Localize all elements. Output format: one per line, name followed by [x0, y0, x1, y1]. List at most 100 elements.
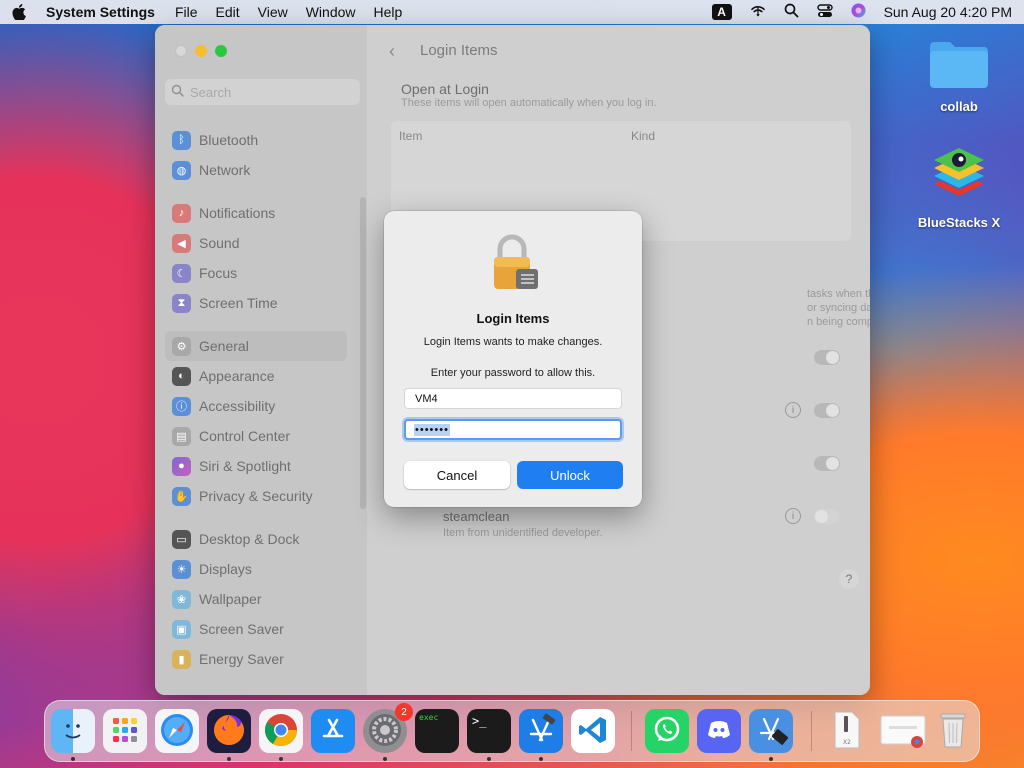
sidebar-item-label: Bluetooth [199, 132, 259, 148]
steamclean-toggle[interactable] [814, 509, 840, 524]
description-line: tasks when the application isn't [807, 288, 870, 300]
dock-launchpad[interactable] [103, 709, 147, 753]
input-source-icon[interactable]: A [711, 4, 732, 20]
menu-view[interactable]: View [258, 4, 288, 20]
background-item-toggle[interactable] [814, 350, 840, 365]
sidebar-item-desktop-dock[interactable]: ▭ Desktop & Dock [165, 524, 347, 554]
accessibility-icon: ⓘ [172, 396, 191, 416]
zoom-window-button[interactable] [215, 45, 227, 57]
menu-file[interactable]: File [175, 4, 198, 20]
sun-icon: ☀ [172, 559, 191, 579]
dock-vscode[interactable] [571, 709, 615, 753]
sidebar-item-label: General [199, 338, 249, 354]
sidebar-item-sound[interactable]: ◀ Sound [165, 228, 347, 258]
hammer-icon [523, 712, 559, 751]
sidebar-item-screen-saver[interactable]: ▣ Screen Saver [165, 614, 347, 644]
sidebar-item-label: Displays [199, 561, 252, 577]
column-header-item[interactable]: Item [399, 129, 422, 143]
background-item-toggle[interactable] [814, 456, 840, 471]
siri-icon[interactable] [851, 3, 866, 21]
discord-icon [703, 714, 735, 749]
dock-app-store[interactable] [311, 709, 355, 753]
wallpaper-icon: ❀ [172, 589, 191, 609]
menu-window[interactable]: Window [306, 4, 356, 20]
sidebar-item-label: Energy Saver [199, 651, 284, 667]
control-center-icon[interactable] [816, 3, 833, 21]
dock-safari[interactable] [155, 709, 199, 753]
sidebar-item-label: Screen Time [199, 295, 278, 311]
help-button[interactable]: ? [839, 569, 859, 589]
description-line: or syncing data. Turning off a [807, 302, 870, 314]
sidebar-item-label: Network [199, 162, 251, 178]
sidebar-item-general[interactable]: ⚙ General [165, 331, 347, 361]
dock-terminal[interactable]: >_ [467, 709, 511, 753]
cancel-button[interactable]: Cancel [404, 461, 510, 489]
moon-icon: ☾ [172, 263, 191, 283]
sidebar-search-field[interactable]: Search [165, 79, 360, 105]
password-field[interactable]: ••••••• [404, 419, 622, 440]
desktop-item-bluestacks[interactable]: BlueStacks X [914, 146, 1004, 230]
hourglass-icon: ⧗ [172, 293, 191, 313]
dock-whatsapp[interactable] [645, 709, 689, 753]
dock-document[interactable]: X2 [825, 709, 869, 753]
dialog-prompt: Enter your password to allow this. [430, 367, 596, 379]
whatsapp-icon [651, 714, 683, 749]
desktop-item-collab[interactable]: collab [924, 38, 994, 114]
sidebar-item-focus[interactable]: ☾ Focus [165, 258, 347, 288]
app-store-icon [318, 715, 348, 748]
menu-bar: System Settings File Edit View Window He… [0, 0, 1024, 24]
dock-chrome[interactable] [259, 709, 303, 753]
sidebar-item-screen-time[interactable]: ⧗ Screen Time [165, 288, 347, 318]
minimize-window-button[interactable] [195, 45, 207, 57]
app-name-menu[interactable]: System Settings [46, 4, 155, 20]
info-icon[interactable]: i [785, 508, 801, 524]
dock-exec-terminal[interactable]: exec [415, 709, 459, 753]
wifi-icon[interactable] [750, 4, 766, 21]
open-at-login-heading: Open at Login [401, 81, 489, 97]
dock-chrome-window[interactable] [877, 709, 929, 753]
dock-trash[interactable] [931, 709, 975, 753]
sidebar-item-energy-saver[interactable]: ▮ Energy Saver [165, 644, 347, 674]
terminal-exec-icon: exec [419, 713, 439, 722]
info-icon[interactable]: i [785, 402, 801, 418]
finder-icon [58, 715, 88, 748]
column-header-kind[interactable]: Kind [631, 129, 655, 143]
spotlight-search-icon[interactable] [784, 3, 799, 21]
back-chevron-icon[interactable]: ‹ [389, 41, 395, 62]
close-window-button[interactable] [175, 45, 187, 57]
dock-system-settings[interactable]: 2 [363, 703, 413, 753]
steamclean-name: steamclean [443, 509, 510, 524]
sidebar-item-label: Wallpaper [199, 591, 262, 607]
dock-firefox[interactable] [207, 709, 251, 753]
sidebar-item-displays[interactable]: ☀ Displays [165, 554, 347, 584]
dock-xcode-tools[interactable] [749, 709, 793, 753]
document-icon: X2 [832, 710, 862, 753]
sidebar-item-privacy-security[interactable]: ✋ Privacy & Security [165, 481, 347, 511]
sidebar-item-control-center[interactable]: ▤ Control Center [165, 421, 347, 451]
window-controls [175, 45, 227, 57]
unlock-button[interactable]: Unlock [517, 461, 623, 489]
dock-finder[interactable] [51, 709, 95, 753]
menu-help[interactable]: Help [374, 4, 403, 20]
menu-edit[interactable]: Edit [216, 4, 240, 20]
siri-icon: ● [172, 456, 191, 476]
apple-menu-icon[interactable] [12, 4, 28, 20]
sidebar-scrollbar[interactable] [360, 197, 366, 509]
sidebar-item-siri-spotlight[interactable]: ● Siri & Spotlight [165, 451, 347, 481]
menu-clock[interactable]: Sun Aug 20 4:20 PM [884, 4, 1012, 20]
xcode-tools-icon [753, 712, 789, 751]
sidebar-item-appearance[interactable]: ◐ Appearance [165, 361, 347, 391]
sidebar-item-wallpaper[interactable]: ❀ Wallpaper [165, 584, 347, 614]
sidebar-item-accessibility[interactable]: ⓘ Accessibility [165, 391, 347, 421]
sidebar-item-notifications[interactable]: ♪ Notifications [165, 198, 347, 228]
sidebar-item-bluetooth[interactable]: ᛒ Bluetooth [165, 125, 347, 155]
username-field[interactable]: VM4 [404, 388, 622, 409]
sidebar-item-network[interactable]: ◍ Network [165, 155, 347, 185]
dock-discord[interactable] [697, 709, 741, 753]
steamclean-subtitle: Item from unidentified developer. [443, 527, 603, 539]
authentication-dialog: Login Items Login Items wants to make ch… [384, 211, 642, 507]
background-item-toggle[interactable] [814, 403, 840, 418]
dock-xcode[interactable] [519, 709, 563, 753]
bluestacks-icon [926, 148, 992, 209]
sidebar-item-label: Notifications [199, 205, 276, 221]
